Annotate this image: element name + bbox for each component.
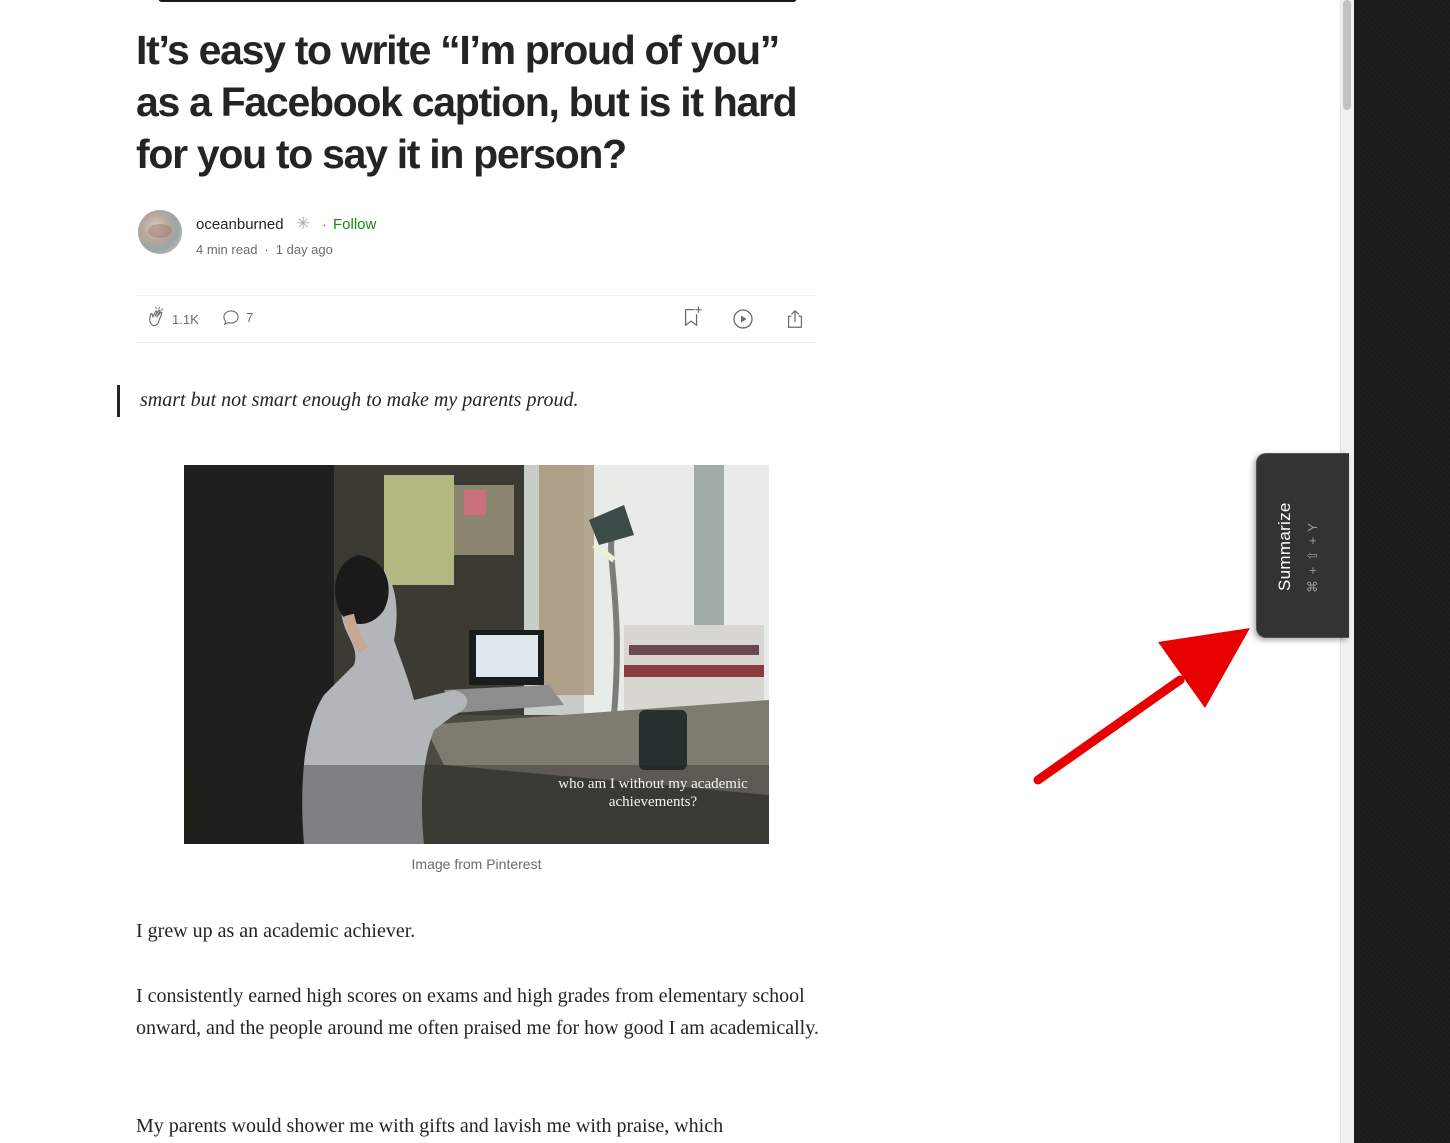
- article-meta: 4 min read · 1 day ago: [196, 242, 333, 257]
- comment-count: 7: [246, 310, 254, 325]
- summarize-button[interactable]: Summarize ⌘ + ⇧ + Y: [1256, 453, 1349, 638]
- article-title: It’s easy to write “I’m proud of you” as…: [136, 27, 798, 177]
- clap-icon[interactable]: [146, 306, 168, 328]
- meta-separator: ·: [264, 242, 269, 257]
- annotation-arrow-icon: [1033, 628, 1250, 785]
- clap-count: 1.1K: [172, 312, 199, 327]
- separator-dot: ·: [322, 216, 327, 232]
- author-avatar[interactable]: [138, 210, 182, 254]
- follow-button[interactable]: Follow: [333, 216, 376, 233]
- author-row: oceanburned ✳ · Follow 4 min read · 1 day …: [138, 210, 538, 257]
- scrollbar-thumb[interactable]: [1343, 0, 1351, 110]
- article-action-bar: 1.1K 7: [136, 295, 816, 343]
- pull-quote: smart but not smart enough to make my pa…: [117, 385, 579, 417]
- share-icon[interactable]: [784, 307, 806, 331]
- read-time: 4 min read: [196, 242, 258, 257]
- paragraph-3: My parents would shower me with gifts an…: [136, 1115, 724, 1137]
- author-name[interactable]: oceanburned: [196, 216, 284, 233]
- keyboard-shortcut: ⌘ + ⇧ + Y: [1305, 522, 1320, 593]
- image-caption: Image from Pinterest: [411, 856, 542, 872]
- paragraph-1: I grew up as an academic achiever.: [136, 920, 416, 942]
- comment-icon[interactable]: [221, 308, 241, 328]
- article-page: It’s easy to write “I’m proud of you” as…: [0, 0, 1340, 1143]
- summarize-label: Summarize: [1275, 502, 1294, 591]
- photo-overlay-text: who am I without my academic achievement…: [558, 776, 748, 810]
- bookmark-add-icon[interactable]: [681, 305, 703, 329]
- published-date: 1 day ago: [275, 242, 333, 257]
- paragraph-2: I consistently earned high scores on exa…: [136, 985, 819, 1039]
- listen-play-icon[interactable]: [731, 307, 755, 331]
- article-photo[interactable]: who am I without my academic achievement…: [184, 465, 769, 844]
- pull-quote-text: smart but not smart enough to make my pa…: [140, 389, 579, 411]
- dark-side-panel: [1354, 0, 1450, 1143]
- top-image-edge: [158, 0, 797, 2]
- member-star-icon: ✳: [296, 214, 311, 233]
